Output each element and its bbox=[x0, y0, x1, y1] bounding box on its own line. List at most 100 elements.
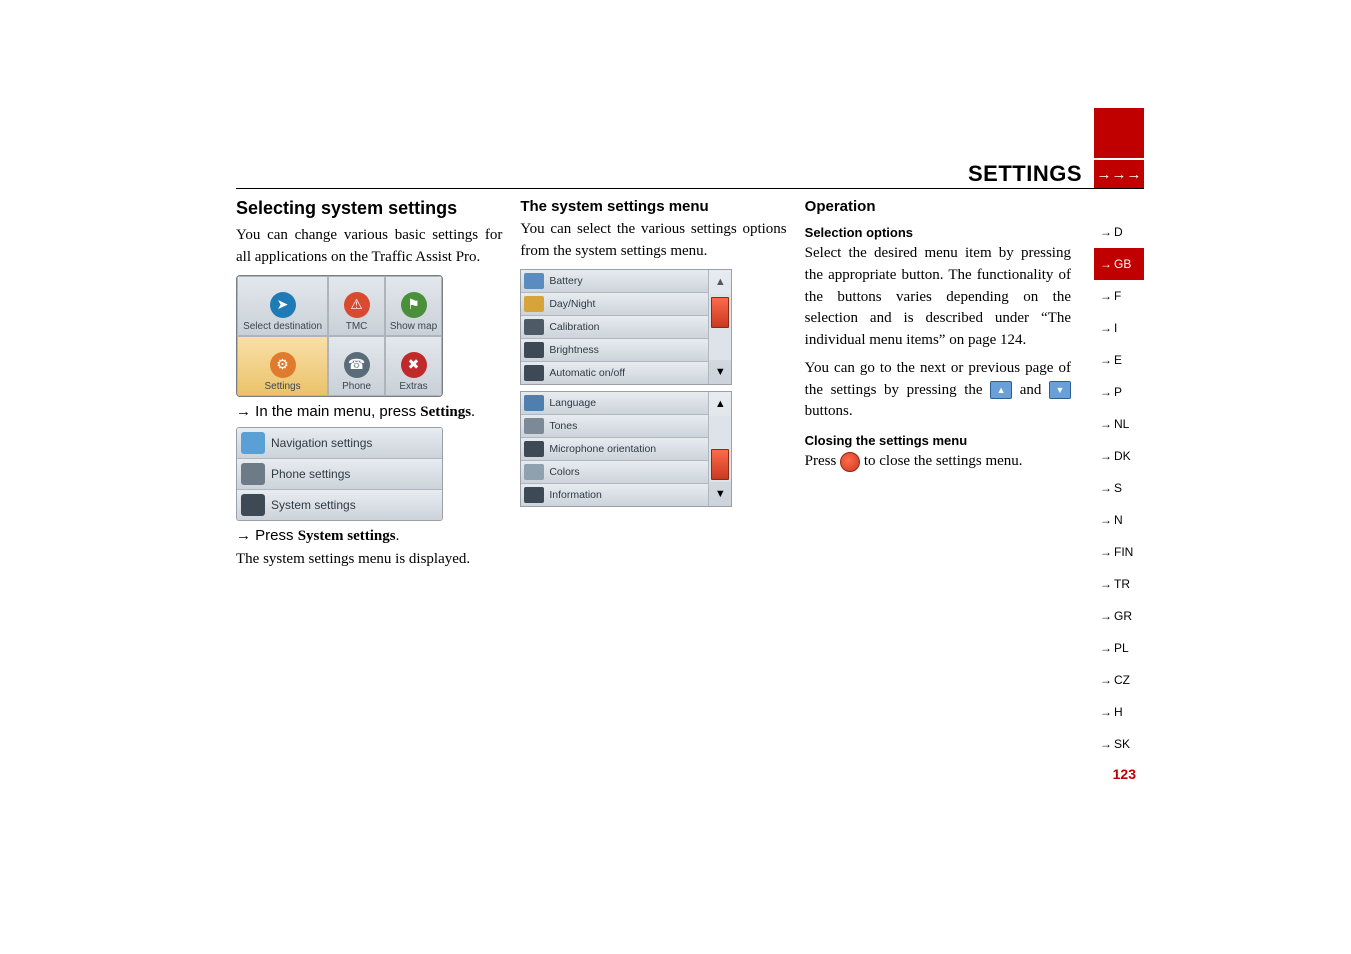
language-sidebar: → D→ GB→ F→ I→ E→ P→ NL→ DK→ S→ N→ FIN→ … bbox=[1094, 216, 1144, 760]
scroll-track[interactable] bbox=[709, 294, 731, 360]
language-item-i[interactable]: → I bbox=[1094, 312, 1144, 344]
col1-step2: → Press System settings. bbox=[236, 527, 502, 545]
arrow-right-icon: → bbox=[1100, 577, 1112, 591]
scroll-track[interactable] bbox=[709, 416, 731, 482]
language-code: I bbox=[1114, 321, 1117, 335]
settings-row-label: Phone settings bbox=[271, 467, 350, 481]
sys-row-battery[interactable]: Battery bbox=[521, 270, 708, 293]
settings-menu-figure: Navigation settings Phone settings System … bbox=[236, 427, 443, 521]
scroll-thumb[interactable] bbox=[711, 449, 729, 480]
back-icon bbox=[840, 452, 860, 472]
main-menu-cell-tmc[interactable]: ⚠ TMC bbox=[328, 276, 385, 336]
language-item-dk[interactable]: → DK bbox=[1094, 440, 1144, 472]
language-item-sk[interactable]: → SK bbox=[1094, 728, 1144, 760]
arrow-right-icon: → bbox=[1100, 417, 1112, 431]
sys-row-language[interactable]: Language bbox=[521, 392, 708, 415]
settings-row-phone-settings[interactable]: Phone settings bbox=[237, 459, 442, 490]
language-code: E bbox=[1114, 353, 1122, 367]
sys-row-icon bbox=[524, 418, 544, 434]
arrow-right-icon: → bbox=[1100, 513, 1112, 527]
brand-red-square bbox=[1094, 108, 1144, 158]
sys-row-label: Battery bbox=[549, 275, 582, 287]
main-menu-label: Extras bbox=[399, 381, 427, 392]
language-item-gr[interactable]: → GR bbox=[1094, 600, 1144, 632]
sys-row-label: Automatic on/off bbox=[549, 367, 625, 379]
sys-row-colors[interactable]: Colors bbox=[521, 461, 708, 484]
sys-row-icon bbox=[524, 464, 544, 480]
language-item-e[interactable]: → E bbox=[1094, 344, 1144, 376]
step1-post: . bbox=[471, 404, 475, 420]
main-menu-label: Phone bbox=[342, 381, 371, 392]
sys-row-icon bbox=[524, 273, 544, 289]
settings-row-system-settings[interactable]: System settings bbox=[237, 490, 442, 520]
language-code: H bbox=[1114, 705, 1123, 719]
p1b-mid: and bbox=[1020, 382, 1049, 398]
language-item-fin[interactable]: → FIN bbox=[1094, 536, 1144, 568]
step-arrow-icon: → In the main menu, press bbox=[236, 403, 420, 420]
sys-row-microphone-orientation[interactable]: Microphone orientation bbox=[521, 438, 708, 461]
scroll-up-icon[interactable]: ▲ bbox=[709, 392, 731, 416]
sys-row-label: Calibration bbox=[549, 321, 599, 333]
main-menu-cell-extras[interactable]: ✖Extras bbox=[385, 336, 442, 396]
language-item-tr[interactable]: → TR bbox=[1094, 568, 1144, 600]
column-1: Selecting system settings You can change… bbox=[236, 198, 502, 576]
main-menu-cell-phone[interactable]: ☎Phone bbox=[328, 336, 385, 396]
sys-row-icon bbox=[524, 487, 544, 503]
page-number: 123 bbox=[1113, 766, 1136, 782]
col2-heading: The system settings menu bbox=[520, 198, 786, 215]
sys-row-information[interactable]: Information bbox=[521, 484, 708, 506]
scroll-up-icon[interactable]: ▲ bbox=[709, 270, 731, 294]
system-settings-label: System settings bbox=[298, 528, 396, 544]
arrow-up-icon: ▲ bbox=[990, 381, 1012, 399]
main-menu-label: Show map bbox=[390, 321, 437, 332]
language-item-gb[interactable]: → GB bbox=[1094, 248, 1144, 280]
language-item-s[interactable]: → S bbox=[1094, 472, 1144, 504]
language-item-cz[interactable]: → CZ bbox=[1094, 664, 1144, 696]
sys-row-tones[interactable]: Tones bbox=[521, 415, 708, 438]
language-item-n[interactable]: → N bbox=[1094, 504, 1144, 536]
arrow-right-icon: → bbox=[1100, 449, 1112, 463]
tmc-icon: ⚠ bbox=[344, 292, 370, 318]
sys-row-automatic-on/off[interactable]: Automatic on/off bbox=[521, 362, 708, 384]
language-item-pl[interactable]: → PL bbox=[1094, 632, 1144, 664]
select-destination-icon: ➤ bbox=[270, 292, 296, 318]
main-menu-cell-show-map[interactable]: ⚑ Show map bbox=[385, 276, 442, 336]
sys-row-label: Microphone orientation bbox=[549, 443, 656, 455]
scrollbar: ▲ ▼ bbox=[708, 270, 731, 384]
language-code: P bbox=[1114, 385, 1122, 399]
main-menu-cell-settings[interactable]: ⚙Settings bbox=[237, 336, 328, 396]
language-item-h[interactable]: → H bbox=[1094, 696, 1144, 728]
settings-row-icon bbox=[241, 494, 265, 516]
sys-row-label: Day/Night bbox=[549, 298, 595, 310]
main-menu-label: TMC bbox=[346, 321, 368, 332]
scroll-down-icon[interactable]: ▼ bbox=[709, 482, 731, 506]
language-item-f[interactable]: → F bbox=[1094, 280, 1144, 312]
scroll-down-icon[interactable]: ▼ bbox=[709, 360, 731, 384]
col1-result: The system settings menu is displayed. bbox=[236, 549, 502, 571]
language-item-d[interactable]: → D bbox=[1094, 216, 1144, 248]
sys-row-icon bbox=[524, 296, 544, 312]
sys-row-brightness[interactable]: Brightness bbox=[521, 339, 708, 362]
arrow-right-icon: → bbox=[1100, 257, 1112, 271]
col3-p1a: Select the desired menu item by pressing… bbox=[805, 243, 1071, 352]
sys-row-day/night[interactable]: Day/Night bbox=[521, 293, 708, 316]
scroll-thumb[interactable] bbox=[711, 297, 729, 328]
system-settings-page2-figure: LanguageTones Microphone orientation Color… bbox=[520, 391, 732, 507]
language-item-p[interactable]: → P bbox=[1094, 376, 1144, 408]
language-code: TR bbox=[1114, 577, 1130, 591]
arrow-right-icon: → bbox=[1100, 673, 1112, 687]
sys-row-calibration[interactable]: Calibration bbox=[521, 316, 708, 339]
settings-row-navigation-settings[interactable]: Navigation settings bbox=[237, 428, 442, 459]
show-map-icon: ⚑ bbox=[401, 292, 427, 318]
arrow-right-icon: → bbox=[1100, 385, 1112, 399]
language-code: FIN bbox=[1114, 545, 1133, 559]
main-menu-cell-select-destination[interactable]: ➤Select destination bbox=[237, 276, 328, 336]
language-code: D bbox=[1114, 225, 1123, 239]
sys-row-icon bbox=[524, 365, 544, 381]
arrow-right-icon: → bbox=[1100, 353, 1112, 367]
settings-row-label: System settings bbox=[271, 498, 356, 512]
section-title: SETTINGS bbox=[968, 161, 1082, 187]
arrow-down-icon: ▼ bbox=[1049, 381, 1071, 399]
arrow-right-icon: → bbox=[1100, 641, 1112, 655]
language-item-nl[interactable]: → NL bbox=[1094, 408, 1144, 440]
